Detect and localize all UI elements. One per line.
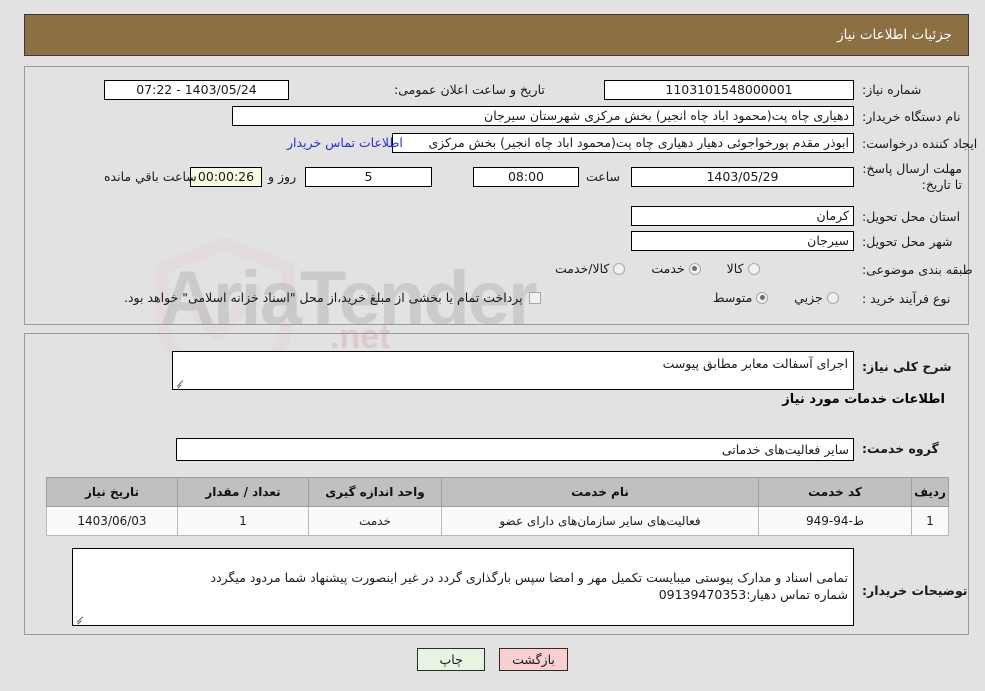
city-label-row: شهر محل تحویل: — [862, 234, 952, 249]
page-title: جزئیات اطلاعات نیاز — [837, 27, 952, 43]
process-option-jozyi-label: جزیي — [794, 290, 823, 305]
need-info-panel — [24, 66, 969, 325]
service-group-label-row: گروه خدمت: — [862, 441, 939, 456]
deadline-label-row: مهلت ارسال پاسخ: تا تاریخ: — [862, 161, 962, 193]
buyer-contact-link[interactable]: اطلاعات تماس خریدار — [287, 135, 403, 150]
cell-need-date: 1403/06/03 — [46, 506, 178, 536]
page-header: جزئیات اطلاعات نیاز — [24, 14, 969, 56]
col-radif: ردیف — [911, 477, 949, 507]
process-radio-group: جزیي متوسط — [713, 290, 839, 305]
table-header-row: ردیف کد خدمت نام خدمت واحد اندازه گیری ت… — [46, 477, 949, 507]
general-desc-value: اجرای آسفالت معابر مطابق پیوست — [662, 356, 848, 371]
radio-kala-icon[interactable] — [747, 262, 760, 275]
category-label-row: طبقه بندی موضوعی: — [862, 262, 973, 277]
requester-field: ابوذر مقدم پورخواجوئی دهیار دهیاری چاه پ… — [392, 133, 854, 153]
category-option-kala-label: کالا — [726, 261, 744, 276]
col-need-date: تاریخ نیاز — [46, 477, 178, 507]
general-desc-label-row: شرح کلی نیاز: — [862, 359, 951, 374]
process-option-motevaset-label: متوسط — [713, 290, 753, 305]
service-group-field: سایر فعالیت‌های خدماتی — [176, 438, 854, 461]
days-word-label: روز و — [268, 169, 297, 184]
buyer-org-label: نام دستگاه خریدار: — [862, 109, 961, 124]
city-field: سیرجان — [631, 231, 854, 251]
table-row: 1 ط-94-949 فعالیت‌های سایر سازمان‌های دا… — [46, 506, 949, 536]
hour-label: ساعت — [586, 169, 621, 184]
treasury-checkbox-row[interactable]: پرداخت تمام یا بخشی از مبلغ خرید،از محل … — [124, 290, 541, 305]
radio-khedmat-icon[interactable] — [688, 262, 701, 275]
deadline-date-field: 1403/05/29 — [631, 167, 854, 187]
province-label: استان محل تحویل: — [862, 209, 961, 224]
radio-jozyi-icon[interactable] — [826, 291, 839, 304]
deadline-time-field: 08:00 — [473, 167, 579, 187]
category-option-khedmat-label: خدمت — [651, 261, 685, 276]
process-label-row: نوع فرآیند خرید : — [862, 291, 950, 306]
services-table: ردیف کد خدمت نام خدمت واحد اندازه گیری ت… — [46, 477, 949, 536]
treasury-checkbox-icon[interactable] — [528, 291, 541, 304]
cell-service-name: فعالیت‌های سایر سازمان‌های دارای عضو — [441, 506, 759, 536]
category-option-kala[interactable]: کالا — [727, 261, 760, 276]
requester-label-row: ایجاد کننده درخواست: — [862, 136, 977, 151]
print-button[interactable]: چاپ — [417, 648, 486, 671]
countdown-suffix-label: ساعت باقي مانده — [104, 169, 197, 184]
buyer-org-label-row: نام دستگاه خریدار: — [862, 109, 960, 124]
footer-button-bar: بازگشت چاپ — [0, 648, 985, 671]
public-announce-field: 1403/05/24 - 07:22 — [104, 80, 289, 100]
province-field: کرمان — [631, 206, 854, 226]
buyer-notes-label-row: توضیحات خریدار: — [862, 583, 968, 598]
radio-motevaset-icon[interactable] — [756, 291, 769, 304]
col-unit: واحد اندازه گیری — [308, 477, 442, 507]
services-table-wrapper: ردیف کد خدمت نام خدمت واحد اندازه گیری ت… — [46, 477, 949, 536]
days-remaining-field: 5 — [305, 167, 432, 187]
radio-kala-khedmat-icon[interactable] — [613, 262, 626, 275]
city-label: شهر محل تحویل: — [862, 234, 953, 249]
buyer-notes-textarea[interactable]: تمامی اسناد و مدارک پیوستی میبایست تکمیل… — [72, 548, 854, 626]
cell-service-code: ط-94-949 — [758, 506, 912, 536]
need-number-label: شماره نیاز: — [862, 82, 922, 97]
deadline-label: مهلت ارسال پاسخ: تا تاریخ: — [862, 161, 962, 192]
need-number-label-row: شماره نیاز: — [862, 82, 921, 97]
process-label: نوع فرآیند خرید : — [862, 291, 951, 306]
cell-quantity: 1 — [177, 506, 309, 536]
service-group-label: گروه خدمت: — [862, 441, 939, 456]
category-label: طبقه بندی موضوعی: — [862, 262, 973, 277]
col-service-name: نام خدمت — [441, 477, 759, 507]
buyer-org-field: دهیاری چاه پت(محمود اباد چاه انجیر) بخش … — [232, 106, 854, 126]
col-service-code: کد خدمت — [758, 477, 912, 507]
category-option-khedmat[interactable]: خدمت — [651, 261, 701, 276]
general-desc-textarea[interactable]: اجرای آسفالت معابر مطابق پیوست — [172, 351, 854, 390]
public-announce-label-row: تاریخ و ساعت اعلان عمومی: — [394, 82, 545, 97]
process-option-jozyi[interactable]: جزیي — [794, 290, 839, 305]
requester-label: ایجاد کننده درخواست: — [862, 136, 978, 151]
process-option-motevaset[interactable]: متوسط — [713, 290, 769, 305]
resize-grip-icon[interactable] — [175, 378, 185, 388]
resize-grip-icon-notes[interactable] — [75, 614, 85, 624]
category-radio-group: کالا خدمت کالا/خدمت — [555, 261, 760, 276]
buyer-notes-label: توضیحات خریدار: — [862, 583, 968, 598]
cell-radif: 1 — [911, 506, 949, 536]
category-option-kala-khedmat-label: کالا/خدمت — [555, 261, 610, 276]
col-quantity: تعداد / مقدار — [177, 477, 309, 507]
treasury-checkbox-label: پرداخت تمام یا بخشی از مبلغ خرید،از محل … — [124, 290, 523, 305]
back-button[interactable]: بازگشت — [499, 648, 568, 671]
need-number-field: 1103101548000001 — [604, 80, 854, 100]
services-section-title: اطلاعات خدمات مورد نیاز — [782, 392, 945, 407]
province-label-row: استان محل تحویل: — [862, 209, 960, 224]
general-desc-label: شرح کلی نیاز: — [862, 359, 952, 374]
countdown-field: 00:00:26 — [190, 167, 262, 187]
public-announce-label: تاریخ و ساعت اعلان عمومی: — [394, 82, 545, 97]
category-option-kala-khedmat[interactable]: کالا/خدمت — [555, 261, 626, 276]
cell-unit: خدمت — [308, 506, 442, 536]
buyer-notes-value: تمامی اسناد و مدارک پیوستی میبایست تکمیل… — [210, 570, 849, 602]
